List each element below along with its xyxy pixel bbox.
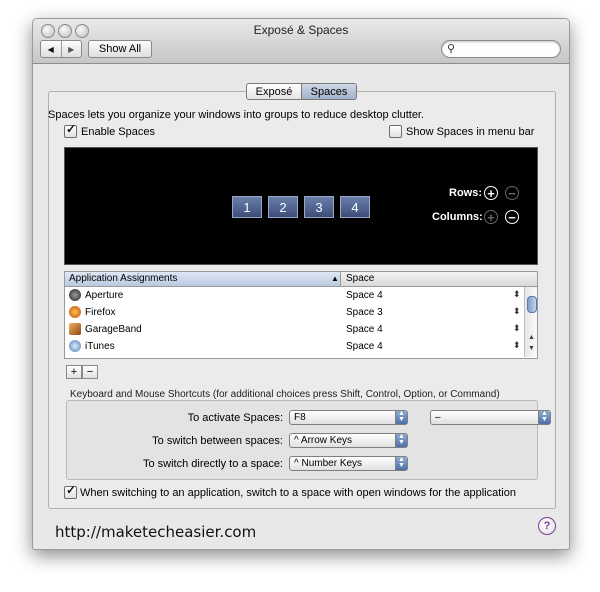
table-row[interactable]: Aperture Space 4 ⬍ bbox=[65, 287, 523, 304]
scroll-down-icon[interactable]: ▼ bbox=[528, 345, 535, 352]
table-row[interactable]: Firefox Space 3 ⬍ bbox=[65, 304, 523, 321]
remove-row-button[interactable]: − bbox=[505, 186, 519, 200]
tab-spaces[interactable]: Spaces bbox=[302, 84, 356, 99]
switch-between-popup[interactable]: ^ Arrow Keys ▲ ▼ bbox=[289, 433, 408, 448]
app-name: Aperture bbox=[85, 290, 124, 301]
scrollbar-thumb[interactable] bbox=[527, 296, 537, 313]
popup-value: ^ Arrow Keys bbox=[294, 435, 353, 446]
shortcuts-group: To activate Spaces: F8 ▲ ▼ – ▲ ▼ To switch… bbox=[66, 400, 551, 480]
guitar-icon bbox=[69, 323, 81, 335]
spaces-grid-preview: 1 2 3 4 Rows: + − Columns: + − bbox=[64, 147, 538, 265]
add-row-button[interactable]: + bbox=[484, 186, 498, 200]
popup-arrows-icon: ▲ ▼ bbox=[538, 410, 550, 424]
app-name: Firefox bbox=[85, 307, 116, 318]
firefox-icon bbox=[69, 306, 81, 318]
application-assignments-table: Application Assignments ▲ Space Aperture… bbox=[64, 271, 538, 359]
switch-to-space-option[interactable]: When switching to an application, switch… bbox=[64, 483, 516, 499]
app-name: iTunes bbox=[85, 341, 115, 352]
preferences-window: Exposé & Spaces ◀ ▶ Show All ⚲ Exposé Sp… bbox=[32, 18, 570, 550]
column-header-app[interactable]: Application Assignments bbox=[65, 272, 341, 286]
switch-to-space-checkbox[interactable] bbox=[64, 483, 77, 499]
add-column-button[interactable]: + bbox=[484, 210, 498, 224]
space-tile[interactable]: 1 bbox=[232, 196, 262, 218]
space-value[interactable]: Space 4 bbox=[346, 290, 383, 301]
remove-assignment-button[interactable]: − bbox=[82, 365, 98, 379]
app-name: GarageBand bbox=[85, 324, 142, 335]
remove-column-button[interactable]: − bbox=[505, 210, 519, 224]
stepper-icon[interactable]: ⬍ bbox=[513, 306, 521, 317]
spaces-description: Spaces lets you organize your windows in… bbox=[48, 109, 425, 121]
table-row[interactable]: GarageBand Space 4 ⬍ bbox=[65, 321, 523, 338]
column-header-space[interactable]: Space bbox=[346, 272, 374, 286]
popup-arrows-icon: ▲ ▼ bbox=[395, 410, 407, 424]
back-button[interactable]: ◀ bbox=[41, 41, 62, 57]
columns-label: Columns: bbox=[432, 211, 483, 223]
search-field[interactable]: ⚲ bbox=[441, 40, 561, 58]
back-forward-control: ◀ ▶ bbox=[40, 40, 82, 58]
switch-direct-label: To switch directly to a space: bbox=[142, 458, 283, 470]
space-value[interactable]: Space 4 bbox=[346, 324, 383, 335]
forward-button[interactable]: ▶ bbox=[62, 41, 82, 57]
switch-direct-popup[interactable]: ^ Number Keys ▲ ▼ bbox=[289, 456, 408, 471]
space-tile[interactable]: 4 bbox=[340, 196, 370, 218]
popup-arrows-icon: ▲ ▼ bbox=[395, 433, 407, 447]
window-title: Exposé & Spaces bbox=[253, 23, 349, 37]
watermark-url: http://maketecheasier.com bbox=[55, 523, 257, 541]
popup-arrows-icon: ▲ ▼ bbox=[395, 456, 407, 470]
switch-to-space-label: When switching to an application, switch… bbox=[80, 486, 516, 499]
sort-ascending-icon: ▲ bbox=[331, 274, 339, 283]
show-in-menubar-label: Show Spaces in menu bar bbox=[406, 125, 535, 138]
rows-label: Rows: bbox=[449, 187, 482, 199]
popup-value: ^ Number Keys bbox=[294, 458, 363, 469]
stepper-icon[interactable]: ⬍ bbox=[513, 340, 521, 351]
search-icon: ⚲ bbox=[447, 43, 456, 55]
add-assignment-button[interactable]: + bbox=[66, 365, 82, 379]
space-tile[interactable]: 3 bbox=[304, 196, 334, 218]
tab-control: Exposé Spaces bbox=[246, 83, 357, 100]
activate-spaces-mouse-popup[interactable]: – ▲ ▼ bbox=[430, 410, 551, 425]
search-input[interactable] bbox=[459, 42, 554, 53]
tab-expose[interactable]: Exposé bbox=[247, 84, 302, 99]
activate-spaces-popup[interactable]: F8 ▲ ▼ bbox=[289, 410, 408, 425]
enable-spaces-option[interactable]: Enable Spaces bbox=[64, 122, 155, 138]
enable-spaces-label: Enable Spaces bbox=[81, 125, 155, 138]
space-tile[interactable]: 2 bbox=[268, 196, 298, 218]
activate-spaces-label: To activate Spaces: bbox=[187, 412, 283, 424]
help-button[interactable]: ? bbox=[538, 517, 556, 535]
show-all-button[interactable]: Show All bbox=[88, 40, 152, 58]
popup-value: – bbox=[435, 412, 441, 423]
table-scrollbar[interactable]: ▲ ▼ bbox=[524, 287, 537, 357]
itunes-icon bbox=[69, 340, 81, 352]
show-in-menubar-option[interactable]: Show Spaces in menu bar bbox=[389, 125, 534, 138]
aperture-icon bbox=[69, 289, 81, 301]
switch-between-label: To switch between spaces: bbox=[152, 435, 283, 447]
table-header: Application Assignments ▲ Space bbox=[65, 272, 537, 287]
stepper-icon[interactable]: ⬍ bbox=[513, 289, 521, 300]
table-row[interactable]: iTunes Space 4 ⬍ bbox=[65, 338, 523, 355]
show-in-menubar-checkbox[interactable] bbox=[389, 125, 402, 138]
space-value[interactable]: Space 3 bbox=[346, 307, 383, 318]
stepper-icon[interactable]: ⬍ bbox=[513, 323, 521, 334]
title-bar: Exposé & Spaces ◀ ▶ Show All ⚲ bbox=[33, 19, 569, 64]
shortcuts-section-title: Keyboard and Mouse Shortcuts (for additi… bbox=[70, 389, 500, 400]
space-value[interactable]: Space 4 bbox=[346, 341, 383, 352]
scroll-up-icon[interactable]: ▲ bbox=[528, 334, 535, 341]
popup-value: F8 bbox=[294, 412, 306, 423]
enable-spaces-checkbox[interactable] bbox=[64, 122, 77, 138]
